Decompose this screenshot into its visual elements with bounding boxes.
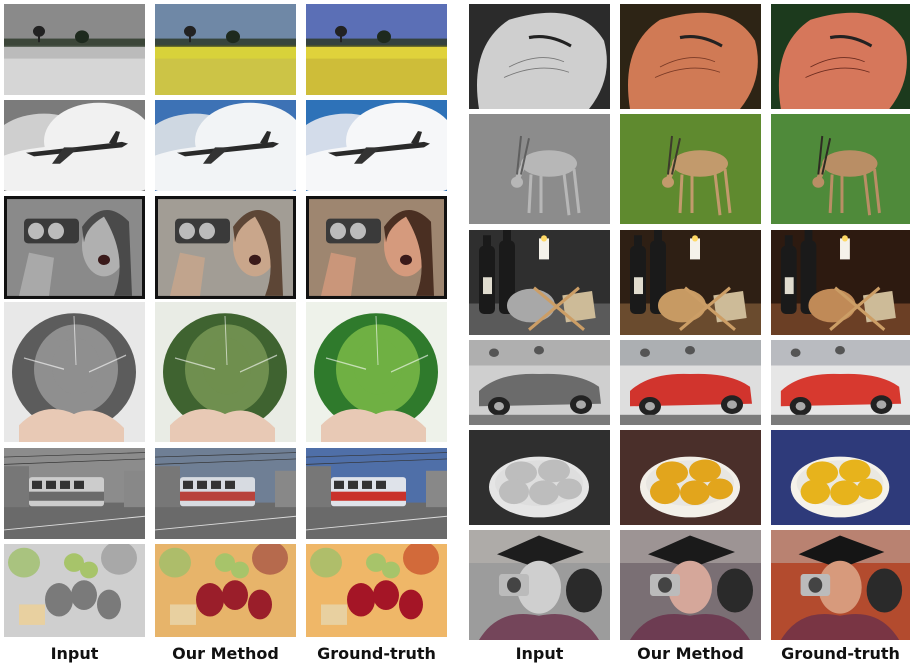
left-yellow-flower-field-our-method-image xyxy=(155,4,296,95)
left-red-tram-street-input-image xyxy=(4,448,145,539)
right-lemons-in-bowl-our-method-image xyxy=(620,430,761,525)
caption-our-method-right: Our Method xyxy=(637,644,744,663)
left-airplane-over-clouds-input-image xyxy=(4,100,145,191)
right-graduate-with-camera-input-image xyxy=(469,530,610,640)
left-cabbage-in-hands-our-method-image xyxy=(155,302,296,442)
left-airplane-over-clouds-our-method-image xyxy=(155,100,296,191)
left-fruit-salad-input-image xyxy=(4,544,145,637)
left-red-tram-street-ground-truth-image xyxy=(306,448,447,539)
right-red-convertible-car-ground-truth-image xyxy=(771,340,910,425)
left-cabbage-in-hands-input-image xyxy=(4,302,145,442)
right-gazelle-on-grass-our-method-image xyxy=(620,114,761,224)
left-woman-with-camera-ground-truth-image xyxy=(306,196,447,299)
right-red-convertible-car-our-method-image xyxy=(620,340,761,425)
right-wine-bottles-candle-our-method-image xyxy=(620,230,761,335)
left-yellow-flower-field-ground-truth-image xyxy=(306,4,447,95)
caption-input-left: Input xyxy=(50,644,99,663)
right-lemons-in-bowl-input-image xyxy=(469,430,610,525)
caption-ground-truth-left: Ground-truth xyxy=(317,644,436,663)
right-wine-bottles-candle-input-image xyxy=(469,230,610,335)
left-cabbage-in-hands-ground-truth-image xyxy=(306,302,447,442)
caption-our-method-left: Our Method xyxy=(172,644,279,663)
right-caterpillar-on-finger-input-image xyxy=(469,4,610,109)
caption-input-right: Input xyxy=(515,644,564,663)
left-yellow-flower-field-input-image xyxy=(4,4,145,95)
left-fruit-salad-our-method-image xyxy=(155,544,296,637)
left-airplane-over-clouds-ground-truth-image xyxy=(306,100,447,191)
right-lemons-in-bowl-ground-truth-image xyxy=(771,430,910,525)
right-gazelle-on-grass-input-image xyxy=(469,114,610,224)
right-red-convertible-car-input-image xyxy=(469,340,610,425)
right-caterpillar-on-finger-our-method-image xyxy=(620,4,761,109)
left-woman-with-camera-input-image xyxy=(4,196,145,299)
left-woman-with-camera-our-method-image xyxy=(155,196,296,299)
caption-ground-truth-right: Ground-truth xyxy=(781,644,900,663)
right-caterpillar-on-finger-ground-truth-image xyxy=(771,4,910,109)
right-gazelle-on-grass-ground-truth-image xyxy=(771,114,910,224)
left-fruit-salad-ground-truth-image xyxy=(306,544,447,637)
right-graduate-with-camera-ground-truth-image xyxy=(771,530,910,640)
right-graduate-with-camera-our-method-image xyxy=(620,530,761,640)
left-red-tram-street-our-method-image xyxy=(155,448,296,539)
right-wine-bottles-candle-ground-truth-image xyxy=(771,230,910,335)
